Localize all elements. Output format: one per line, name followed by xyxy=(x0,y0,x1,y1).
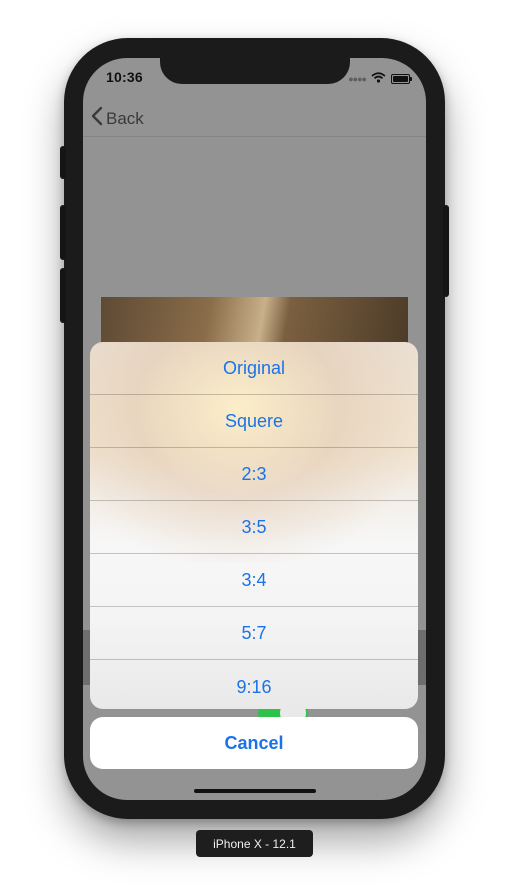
notch xyxy=(160,58,350,84)
back-button[interactable]: Back xyxy=(91,106,144,131)
device-label: iPhone X - 12.1 xyxy=(196,830,313,857)
option-3-5[interactable]: 3:5 xyxy=(90,501,418,554)
option-original[interactable]: Original xyxy=(90,342,418,395)
action-sheet: Original Squere 2:3 3:5 3:4 5:7 9:16 xyxy=(90,342,418,709)
option-2-3[interactable]: 2:3 xyxy=(90,448,418,501)
status-time: 10:36 xyxy=(106,69,143,85)
battery-icon xyxy=(391,74,412,84)
status-icons: ●●●● xyxy=(348,70,412,88)
volume-down-button xyxy=(60,268,66,323)
wifi-icon xyxy=(371,70,386,88)
volume-up-button xyxy=(60,205,66,260)
cancel-button[interactable]: Cancel xyxy=(90,717,418,769)
chevron-left-icon xyxy=(91,106,103,131)
home-indicator xyxy=(194,789,316,793)
option-5-7[interactable]: 5:7 xyxy=(90,607,418,660)
mute-switch xyxy=(60,146,66,179)
navigation-bar: Back xyxy=(83,98,426,137)
signal-dots-icon: ●●●● xyxy=(348,74,367,84)
back-label: Back xyxy=(106,108,144,128)
option-square[interactable]: Squere xyxy=(90,395,418,448)
power-button xyxy=(443,205,449,297)
option-3-4[interactable]: 3:4 xyxy=(90,554,418,607)
option-9-16[interactable]: 9:16 xyxy=(90,660,418,709)
